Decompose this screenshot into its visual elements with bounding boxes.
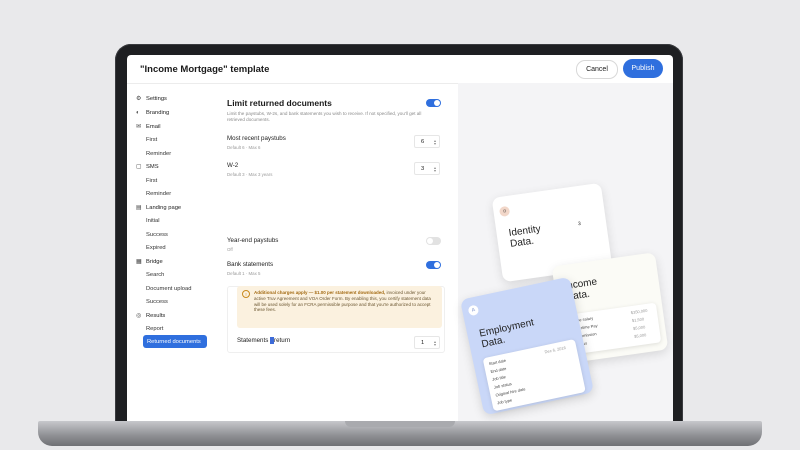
sidebar-item-sms-reminder[interactable]: Reminder <box>146 188 171 199</box>
sidebar-item-settings[interactable]: ⚙ Settings <box>136 93 167 104</box>
charges-notice: ! Additional charges apply — $1.00 per s… <box>237 286 442 328</box>
year-end-paystubs-toggle[interactable] <box>426 237 441 245</box>
w2-sub: Default 3 · Max 3 years <box>227 172 273 177</box>
sidebar-item-email-reminder[interactable]: Reminder <box>146 148 171 159</box>
paystubs-sub: Default 6 · Max 6 <box>227 145 261 150</box>
page-icon: ▤ <box>136 204 142 211</box>
section-description: Limit the paystubs, W-2s, and bank state… <box>227 111 422 122</box>
page-title: "Income Mortgage" template <box>140 64 270 75</box>
logo-icon: A <box>467 304 480 317</box>
info-icon: ! <box>242 290 250 298</box>
sidebar-item-results[interactable]: ◎ Results <box>136 310 165 321</box>
employment-table: Start date End date Job title Job status… <box>482 338 586 412</box>
year-end-paystubs-sub: Off <box>227 247 233 252</box>
cancel-button[interactable]: Cancel <box>576 60 618 79</box>
paystubs-stepper[interactable]: 6 ▴ ▾ <box>414 135 440 148</box>
bridge-icon: ▦ <box>136 258 142 265</box>
app-window: "Income Mortgage" template Cancel Publis… <box>127 55 673 421</box>
sidebar-item-email-first[interactable]: First <box>146 134 157 145</box>
settings-panel: Limit returned documents Limit the payst… <box>227 83 449 421</box>
gear-icon: ⚙ <box>136 95 142 102</box>
w2-label: W-2 <box>227 162 239 169</box>
statements-to-return-label: Statements return <box>237 337 291 345</box>
sidebar-item-bridge-document-upload[interactable]: Document upload <box>146 283 191 294</box>
section-heading: Limit returned documents <box>227 98 332 108</box>
laptop-notch <box>345 421 455 427</box>
sidebar-item-bridge[interactable]: ▦ Bridge <box>136 256 163 267</box>
statements-stepper[interactable]: 1 ▴ ▾ <box>414 336 440 349</box>
laptop-frame: "Income Mortgage" template Cancel Publis… <box>0 0 800 450</box>
chat-icon: ▢ <box>136 163 142 170</box>
bank-statements-sub: Default 1 · Max 5 <box>227 271 261 276</box>
preview-pane: ☺ Identity Data. 3 Income Data. Base sal… <box>458 83 673 421</box>
stepper-arrows-icon[interactable]: ▴ ▾ <box>434 165 436 172</box>
sidebar-item-branding[interactable]: ◐ Branding <box>136 107 169 118</box>
sidebar-item-landing-page[interactable]: ▤ Landing page <box>136 202 181 213</box>
results-icon: ◎ <box>136 312 142 319</box>
avatar: ☺ <box>498 205 511 218</box>
sidebar-item-bridge-search[interactable]: Search <box>146 269 164 280</box>
sidebar-item-returned-documents[interactable]: Returned documents <box>143 335 207 348</box>
sidebar-item-landing-success[interactable]: Success <box>146 229 168 240</box>
stepper-arrows-icon[interactable]: ▴ ▾ <box>434 138 436 145</box>
sidebar-item-bridge-success[interactable]: Success <box>146 296 168 307</box>
sidebar-item-results-report[interactable]: Report <box>146 323 163 334</box>
limit-documents-toggle[interactable] <box>426 99 441 107</box>
publish-button[interactable]: Publish <box>623 59 663 78</box>
employment-data-card: A Employment Data. Start date End date J… <box>459 276 595 416</box>
sidebar-item-landing-initial[interactable]: Initial <box>146 215 160 226</box>
sidebar-item-sms[interactable]: ▢ SMS <box>136 161 159 172</box>
bank-statements-label: Bank statements <box>227 261 274 268</box>
w2-stepper[interactable]: 3 ▴ ▾ <box>414 162 440 175</box>
year-end-paystubs-label: Year-end paystubs <box>227 237 279 244</box>
palette-icon: ◐ <box>136 109 140 116</box>
sidebar-item-email[interactable]: ✉ Email <box>136 121 161 132</box>
sidebar-item-landing-expired[interactable]: Expired <box>146 242 166 253</box>
stepper-arrows-icon[interactable]: ▴ ▾ <box>434 339 436 346</box>
bank-statements-toggle[interactable] <box>426 261 441 269</box>
sidebar: ⚙ Settings ◐ Branding ✉ Email First Remi… <box>127 83 215 421</box>
paystubs-label: Most recent paystubs <box>227 135 286 142</box>
mail-icon: ✉ <box>136 123 142 130</box>
top-bar: "Income Mortgage" template Cancel Publis… <box>127 55 673 84</box>
sidebar-item-sms-first[interactable]: First <box>146 175 157 186</box>
